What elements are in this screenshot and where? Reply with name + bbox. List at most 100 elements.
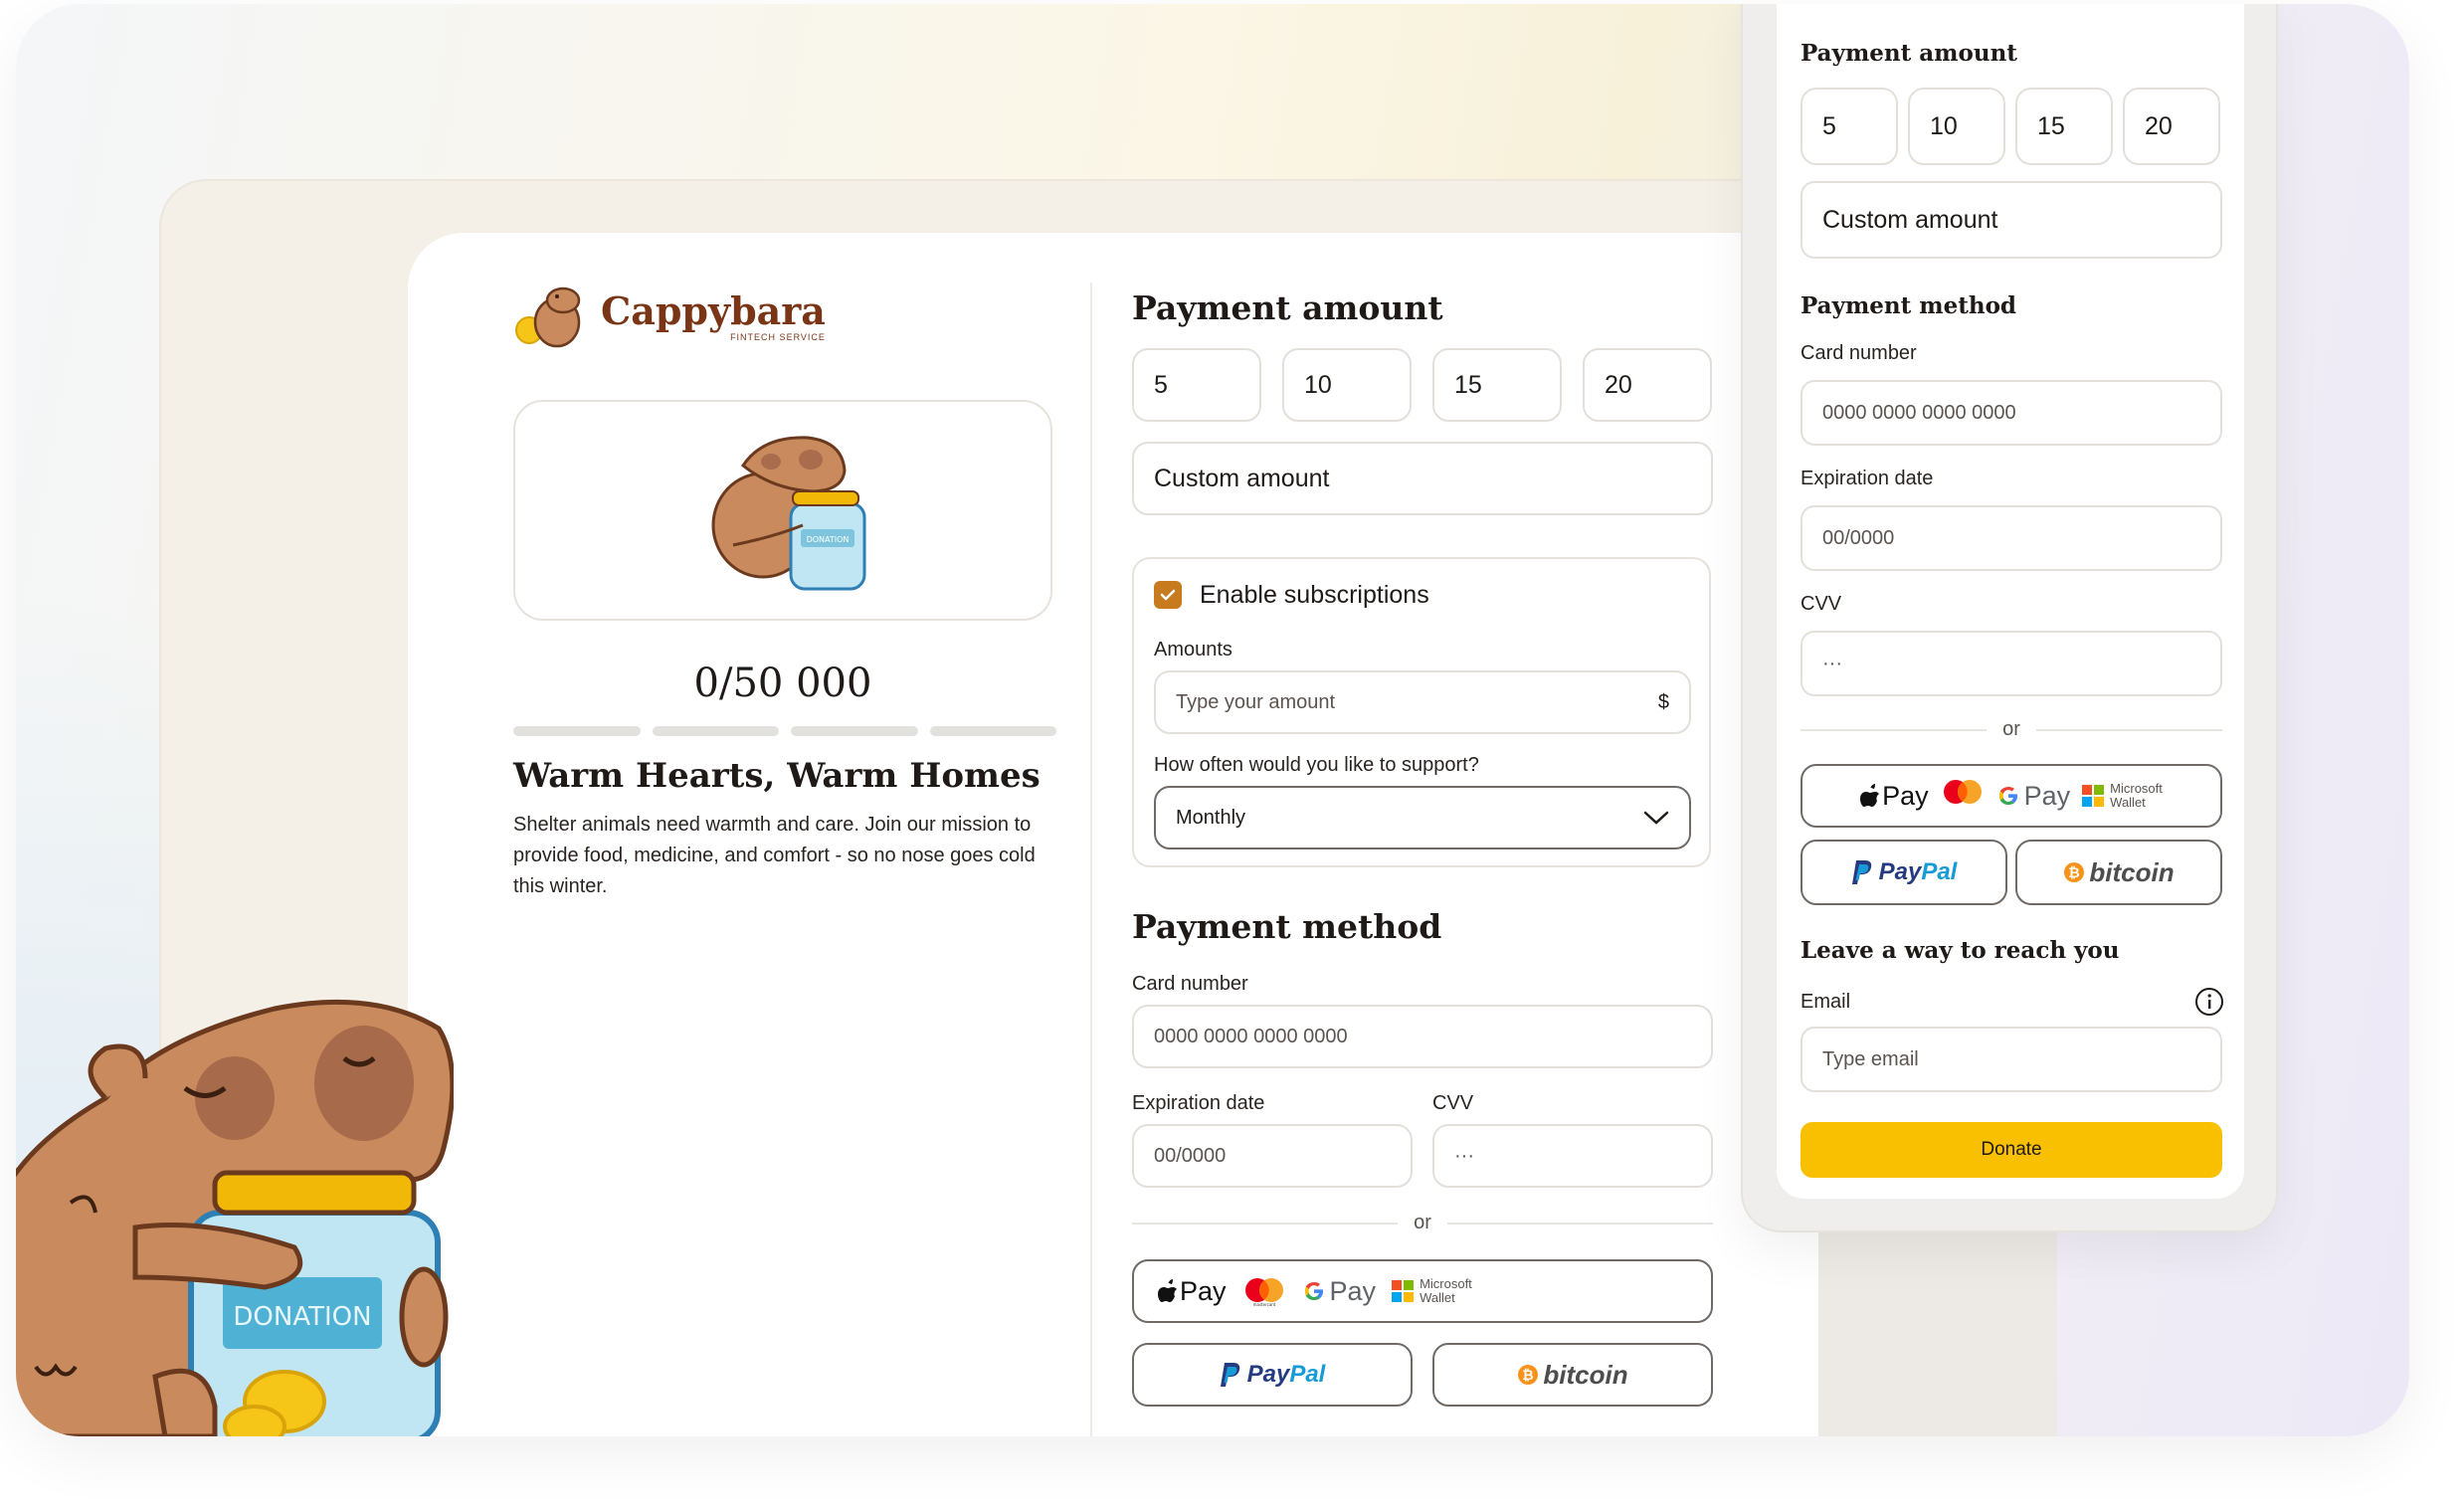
apple-icon: [1158, 1279, 1177, 1302]
or-divider: or: [1132, 1212, 1714, 1234]
apple-pay-text: Pay: [1180, 1275, 1227, 1306]
payment-method-heading: Payment method: [1132, 907, 1442, 946]
cvv-label: CVV: [1432, 1092, 1474, 1114]
custom-amount-input[interactable]: Custom amount: [1132, 442, 1713, 515]
subscription-amount-input[interactable]: Type your amount $: [1154, 670, 1691, 734]
mobile-google-pay-text: Pay: [2023, 780, 2071, 811]
mobile-microsoft-wallet-line1: Microsoft: [2110, 781, 2163, 796]
paypal-icon: [1220, 1363, 1239, 1387]
enable-subscriptions-checkbox[interactable]: [1154, 581, 1182, 609]
expiration-date-input[interactable]: 00/0000: [1132, 1124, 1413, 1188]
mobile-or-text: or: [2002, 718, 2020, 740]
mobile-digital-wallets-button[interactable]: Pay Pay Microsoft Wallet: [1801, 764, 2222, 828]
google-g-icon: [1998, 787, 2017, 805]
mascot-jar-label: DONATION: [233, 1302, 371, 1332]
frequency-select[interactable]: Monthly: [1154, 786, 1691, 849]
google-pay-text: Pay: [1329, 1275, 1377, 1306]
frequency-value: Monthly: [1176, 806, 1246, 829]
amount-option-5[interactable]: 5: [1132, 348, 1261, 422]
microsoft-wallet-logo: Microsoft Wallet: [1392, 1277, 1472, 1305]
email-label: Email: [1801, 991, 1851, 1013]
funding-progress-bar: [513, 726, 1056, 736]
paypal-button[interactable]: PayPal: [1132, 1343, 1413, 1407]
bitcoin-text: bitcoin: [1543, 1359, 1628, 1390]
microsoft-icon: [1392, 1280, 1415, 1302]
apple-icon: [1860, 784, 1880, 807]
mobile-card-number-input[interactable]: 0000 0000 0000 0000: [1801, 380, 2222, 446]
info-icon[interactable]: [2194, 987, 2224, 1017]
mobile-custom-amount-input[interactable]: Custom amount: [1801, 181, 2222, 259]
mobile-payment-method-heading: Payment method: [1801, 292, 2017, 319]
microsoft-wallet-line1: Microsoft: [1420, 1276, 1472, 1291]
funding-goal: 0/50 000: [693, 660, 872, 706]
enable-subscriptions-label[interactable]: Enable subscriptions: [1200, 581, 1429, 610]
mastercard-icon: [1941, 779, 1985, 814]
digital-wallets-button[interactable]: Pay mastercard Pay Microsoft Wallet: [1132, 1259, 1713, 1323]
mobile-cvv-input[interactable]: ···: [1801, 631, 2222, 696]
capybara-coin-logo-icon: [515, 286, 581, 348]
mobile-microsoft-wallet-logo: Microsoft Wallet: [2082, 782, 2163, 810]
svg-text:₿: ₿: [2069, 865, 2080, 881]
svg-text:mastercard: mastercard: [1252, 1302, 1275, 1307]
mobile-bitcoin-button[interactable]: ₿ bitcoin: [2015, 840, 2222, 905]
microsoft-icon: [2082, 785, 2105, 807]
card-number-input[interactable]: 0000 0000 0000 0000: [1132, 1005, 1713, 1068]
subscription-amount-placeholder: Type your amount: [1176, 690, 1336, 713]
mobile-google-pay-logo: Pay: [1996, 780, 2071, 812]
amounts-label: Amounts: [1154, 639, 1232, 660]
mobile-expiration-date-label: Expiration date: [1801, 468, 1934, 489]
brand-name: Cappybara: [601, 288, 826, 333]
mobile-amount-option-15[interactable]: 15: [2015, 88, 2113, 165]
mobile-apple-pay-text: Pay: [1882, 780, 1929, 811]
mobile-payment-amount-heading: Payment amount: [1801, 40, 2017, 67]
mobile-bitcoin-text: bitcoin: [2089, 856, 2175, 887]
amount-option-20[interactable]: 20: [1583, 348, 1712, 422]
mastercard-icon: mastercard: [1242, 1277, 1286, 1307]
mobile-apple-pay-logo: Pay: [1860, 781, 1929, 812]
campaign-description: Shelter animals need warmth and care. Jo…: [513, 814, 1036, 897]
cvv-input[interactable]: ···: [1432, 1124, 1713, 1188]
brand-logo: Cappybara FINTECH SERVICE: [513, 283, 826, 352]
bitcoin-icon: ₿: [1518, 1365, 1539, 1385]
mobile-paypal-text: PayPal: [1878, 858, 1958, 885]
progress-segment: [791, 726, 918, 736]
donate-button[interactable]: Donate: [1801, 1122, 2222, 1178]
campaign-title: Warm Hearts, Warm Homes: [513, 756, 1041, 796]
apple-pay-logo: Pay: [1158, 1276, 1227, 1307]
amount-option-15[interactable]: 15: [1432, 348, 1562, 422]
mobile-microsoft-wallet-line2: Wallet: [2110, 795, 2146, 810]
google-g-icon: [1304, 1282, 1323, 1300]
mobile-cvv-label: CVV: [1801, 593, 1842, 615]
jar-label: DONATION: [807, 535, 850, 544]
contact-heading: Leave a way to reach you: [1801, 937, 2120, 964]
paypal-text: PayPal: [1246, 1361, 1326, 1388]
svg-text:₿: ₿: [1523, 1368, 1534, 1384]
subscriptions-panel: Enable subscriptions Amounts Type your a…: [1132, 557, 1711, 867]
progress-segment: [513, 726, 641, 736]
background-stage: Cappybara FINTECH SERVICE DONATION 0/50 …: [16, 4, 2409, 1436]
mobile-or-divider: or: [1801, 718, 2223, 741]
google-pay-logo: Pay: [1302, 1275, 1377, 1307]
frequency-label: How often would you like to support?: [1154, 754, 1479, 776]
capybara-donation-jar-illustration: DONATION: [711, 436, 866, 591]
donation-page: Cappybara FINTECH SERVICE DONATION 0/50 …: [408, 233, 1818, 1436]
card-number-label: Card number: [1132, 973, 1248, 995]
bitcoin-button[interactable]: ₿ bitcoin: [1432, 1343, 1713, 1407]
progress-segment: [929, 726, 1056, 736]
or-text: or: [1414, 1212, 1431, 1233]
mobile-amount-option-20[interactable]: 20: [2123, 88, 2220, 165]
paypal-icon: [1851, 860, 1871, 884]
mobile-paypal-button[interactable]: PayPal: [1801, 840, 2007, 905]
mobile-card-number-label: Card number: [1801, 342, 1917, 364]
campaign-image: DONATION: [513, 400, 1052, 621]
mobile-amount-option-5[interactable]: 5: [1801, 88, 1898, 165]
amount-option-10[interactable]: 10: [1282, 348, 1412, 422]
currency-symbol: $: [1657, 690, 1669, 713]
progress-segment: [652, 726, 779, 736]
checkmark-icon: [1160, 589, 1176, 601]
microsoft-wallet-line2: Wallet: [1420, 1290, 1455, 1305]
mobile-expiration-date-input[interactable]: 00/0000: [1801, 505, 2222, 571]
payment-amount-heading: Payment amount: [1132, 288, 1443, 327]
email-input[interactable]: Type email: [1801, 1027, 2222, 1092]
mobile-amount-option-10[interactable]: 10: [1908, 88, 2005, 165]
